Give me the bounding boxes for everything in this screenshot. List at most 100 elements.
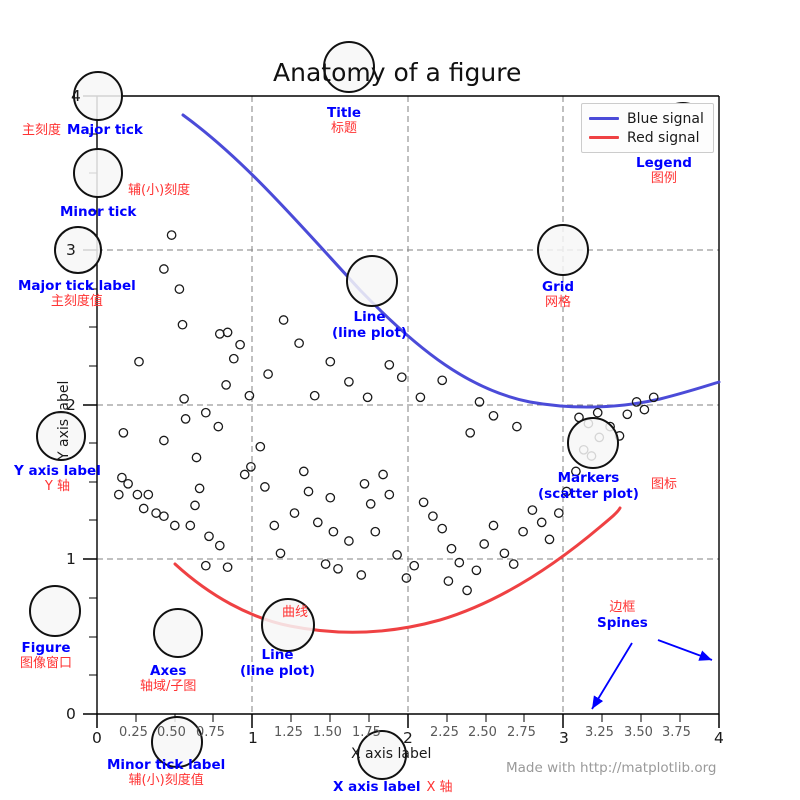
- legend-entry-red[interactable]: Red signal: [589, 128, 704, 147]
- y-tick-label-4: 4: [71, 87, 81, 105]
- scatter-marker: [118, 427, 129, 438]
- scatter-marker: [159, 435, 169, 446]
- scatter-marker: [200, 560, 211, 571]
- scatter-marker: [263, 369, 273, 379]
- watermark: Made with http://matplotlib.org: [506, 760, 717, 776]
- annotation-grid: Grid 网格: [542, 279, 575, 310]
- scatter-marker: [222, 327, 233, 338]
- scatter-marker: [113, 489, 124, 500]
- scatter-marker: [159, 264, 169, 274]
- scatter-marker: [204, 531, 214, 542]
- x-tick-label-1: 1: [248, 729, 258, 747]
- circle-axes: [153, 608, 203, 658]
- scatter-marker: [123, 478, 133, 489]
- scatter-marker: [179, 393, 189, 404]
- legend-entry-blue[interactable]: Blue signal: [589, 109, 704, 128]
- scatter-marker: [151, 508, 161, 518]
- scatter-marker: [512, 421, 522, 432]
- y-tick-label-1: 1: [66, 550, 76, 568]
- scatter-marker: [437, 523, 448, 534]
- annotation-blue-line-en-1: Line: [353, 309, 386, 325]
- scatter-marker: [200, 407, 211, 418]
- scatter-marker: [365, 499, 376, 509]
- scatter-marker: [228, 353, 239, 364]
- scatter-marker: [325, 356, 336, 367]
- x-tick-label-4: 4: [714, 729, 724, 747]
- scatter-marker: [246, 461, 256, 472]
- annotation-blue-line: Line (line plot): [332, 309, 407, 341]
- scatter-marker: [244, 390, 255, 401]
- scatter-marker: [132, 489, 143, 500]
- legend-label-blue: Blue signal: [627, 110, 704, 127]
- annotation-figure-cn: 图像窗口: [20, 655, 73, 671]
- scatter-marker: [518, 526, 528, 537]
- scatter-marker: [138, 503, 149, 514]
- figure-canvas: Anatomy of a figure Blue signal Red sign…: [0, 0, 800, 800]
- scatter-marker: [303, 486, 314, 497]
- red-signal-line: [173, 506, 622, 634]
- annotation-grid-en: Grid: [542, 279, 575, 295]
- annotation-markers-cn-wrap: 图标: [651, 474, 677, 493]
- scatter-marker: [392, 550, 402, 560]
- annotation-x-axis-label-en: X axis label: [333, 779, 421, 795]
- spines-arrow-right: [657, 639, 713, 661]
- scatter-marker: [325, 492, 336, 503]
- annotation-y-axis-label-cn: Y 轴: [44, 478, 70, 494]
- scatter-marker: [553, 508, 564, 518]
- x-tick-label-0: 0: [92, 729, 102, 747]
- scatter-marker: [222, 562, 233, 573]
- scatter-marker: [409, 560, 420, 571]
- annotation-grid-cn: 网格: [545, 294, 572, 310]
- x-minor-tick-label-225: 2.25: [430, 725, 459, 740]
- scatter-marker: [479, 539, 490, 549]
- circle-major-tick-label: [54, 226, 102, 274]
- scatter-marker: [396, 372, 407, 383]
- x-axis-label: X axis label: [351, 746, 432, 762]
- annotation-minor-tick-en: Minor tick: [60, 204, 137, 220]
- scatter-marker: [418, 497, 429, 508]
- scatter-marker: [544, 534, 555, 545]
- annotation-red-line-cn: 曲线: [282, 605, 309, 620]
- annotation-major-tick-label-cn: 主刻度值: [50, 293, 103, 309]
- annotation-legend: Legend 图例: [636, 155, 692, 186]
- scatter-marker: [194, 483, 205, 494]
- annotation-figure: Figure 图像窗口: [20, 640, 73, 671]
- scatter-marker: [309, 390, 320, 401]
- y-axis-label: Y axis label: [56, 380, 72, 460]
- scatter-marker: [471, 565, 482, 576]
- annotation-minor-tick-label-en: Minor tick label: [107, 757, 226, 773]
- circle-figure: [29, 585, 81, 637]
- scatter-marker: [622, 409, 633, 420]
- legend[interactable]: Blue signal Red signal: [581, 103, 714, 153]
- scatter-marker: [169, 520, 180, 531]
- scatter-marker: [255, 441, 266, 452]
- scatter-marker: [328, 526, 339, 537]
- annotation-markers-en-1: Markers: [557, 470, 620, 486]
- annotation-minor-tick-en-wrap: Minor tick: [60, 202, 136, 221]
- x-minor-tick-label-350: 3.50: [624, 725, 653, 740]
- scatter-marker: [462, 585, 472, 596]
- annotation-title: Title 标题: [327, 105, 361, 136]
- scatter-marker: [415, 392, 426, 403]
- annotation-minor-tick-label-cn: 辅(小)刻度值: [128, 772, 204, 788]
- scatter-marker: [362, 392, 373, 403]
- legend-swatch-blue: [589, 117, 619, 120]
- x-minor-tick-label-075: 0.75: [196, 725, 225, 740]
- circle-markers: [567, 417, 619, 469]
- scatter-marker: [180, 414, 191, 424]
- scatter-marker: [289, 508, 300, 518]
- annotation-minor-tick-label: Minor tick label 辅(小)刻度值: [107, 757, 226, 788]
- scatter-marker: [278, 315, 289, 325]
- scatter-marker: [221, 380, 231, 390]
- scatter-marker: [174, 284, 185, 294]
- scatter-marker: [344, 376, 354, 387]
- scatter-marker: [235, 339, 245, 350]
- annotation-y-axis-label: Y axis label Y 轴: [14, 463, 101, 494]
- x-minor-tick-label-250: 2.50: [468, 725, 497, 740]
- y-tick-label-2: 2: [66, 396, 76, 414]
- scatter-marker: [465, 427, 476, 438]
- spines-arrow-bottom: [591, 642, 633, 710]
- annotation-red-line-en-2: (line plot): [240, 662, 316, 679]
- x-minor-tick-label-025: 0.25: [119, 725, 148, 740]
- x-minor-tick-label-125: 1.25: [274, 725, 303, 740]
